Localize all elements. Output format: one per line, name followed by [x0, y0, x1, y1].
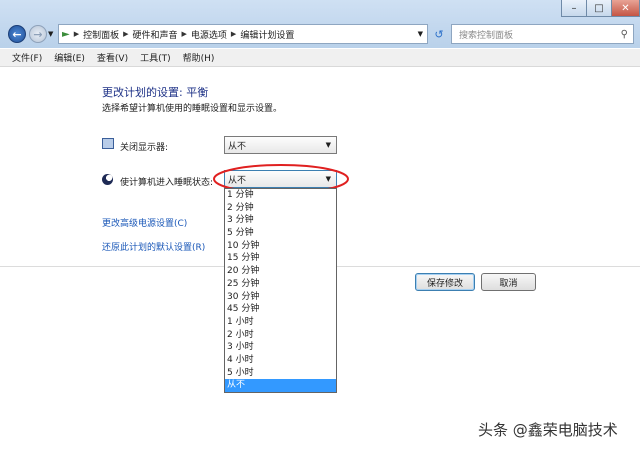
menu-bar: 文件(F) 编辑(E) 查看(V) 工具(T) 帮助(H) [0, 49, 640, 67]
sleep-option[interactable]: 2 小时 [225, 329, 336, 342]
sleep-label: 使计算机进入睡眠状态: [120, 178, 214, 188]
sleep-option[interactable]: 15 分钟 [225, 252, 336, 265]
display-off-value: 从不 [228, 141, 247, 152]
sleep-dropdown-list: 1 分钟 2 分钟 3 分钟 5 分钟 10 分钟 15 分钟 20 分钟 25… [224, 188, 337, 393]
history-dropdown-icon[interactable]: ▼ [48, 30, 53, 38]
sleep-option[interactable]: 5 小时 [225, 367, 336, 380]
back-button[interactable]: ← [8, 25, 26, 43]
arrow-left-icon: ← [12, 27, 22, 41]
menu-help[interactable]: 帮助(H) [183, 51, 215, 64]
breadcrumb-power-options[interactable]: 电源选项 [191, 28, 227, 41]
forward-button[interactable]: → [29, 25, 47, 43]
window-titlebar: – □ ✕ ← → ▼ ► ▶ 控制面板 ▶ 硬件和声音 ▶ 电源选项 ▶ 编辑… [0, 0, 640, 48]
sleep-option[interactable]: 3 分钟 [225, 214, 336, 227]
sleep-option[interactable]: 45 分钟 [225, 303, 336, 316]
cancel-button[interactable]: 取消 [481, 273, 536, 291]
sleep-option[interactable]: 10 分钟 [225, 240, 336, 253]
sleep-option[interactable]: 1 分钟 [225, 189, 336, 202]
sleep-option[interactable]: 20 分钟 [225, 265, 336, 278]
address-dropdown-icon[interactable]: ▼ [418, 30, 423, 38]
save-button[interactable]: 保存修改 [415, 273, 475, 291]
sleep-option[interactable]: 4 小时 [225, 354, 336, 367]
page-title: 更改计划的设置: 平衡 [102, 86, 209, 99]
sleep-option[interactable]: 1 小时 [225, 316, 336, 329]
moon-icon [102, 174, 113, 185]
arrow-right-icon: → [33, 27, 43, 41]
sleep-option[interactable]: 2 分钟 [225, 202, 336, 215]
breadcrumb-edit-plan[interactable]: 编辑计划设置 [240, 28, 294, 41]
maximize-button[interactable]: □ [586, 0, 612, 17]
sleep-option[interactable]: 从不 [225, 379, 336, 392]
search-icon[interactable]: ⚲ [621, 29, 628, 40]
search-placeholder: 搜索控制面板 [459, 30, 514, 41]
restore-defaults-link[interactable]: 还原此计划的默认设置(R) [102, 240, 205, 253]
monitor-icon [102, 138, 114, 149]
menu-file[interactable]: 文件(F) [12, 51, 42, 64]
menu-view[interactable]: 查看(V) [97, 51, 128, 64]
menu-tools[interactable]: 工具(T) [140, 51, 171, 64]
sleep-option[interactable]: 25 分钟 [225, 278, 336, 291]
sleep-option[interactable]: 5 分钟 [225, 227, 336, 240]
close-window-button[interactable]: ✕ [611, 0, 640, 17]
display-off-select[interactable]: 从不 ▼ [224, 136, 337, 154]
display-off-label: 关闭显示器: [120, 143, 169, 153]
minimize-button[interactable]: – [561, 0, 587, 17]
refresh-icon[interactable]: ↺ [430, 25, 448, 43]
breadcrumb-control-panel[interactable]: 控制面板 [83, 28, 119, 41]
chevron-right-icon: ▶ [230, 30, 237, 38]
search-input[interactable]: 搜索控制面板 ⚲ [451, 24, 634, 44]
chevron-down-icon: ▼ [325, 141, 331, 149]
menu-edit[interactable]: 编辑(E) [54, 51, 85, 64]
breadcrumb-hardware-sound[interactable]: 硬件和声音 [133, 28, 178, 41]
advanced-power-settings-link[interactable]: 更改高级电源设置(C) [102, 216, 187, 229]
chevron-right-icon: ▶ [73, 30, 80, 38]
sleep-option[interactable]: 3 小时 [225, 341, 336, 354]
page-subtitle: 选择希望计算机使用的睡眠设置和显示设置。 [102, 104, 283, 114]
chevron-right-icon: ▶ [181, 30, 187, 38]
sleep-option[interactable]: 30 分钟 [225, 291, 336, 304]
watermark: 头条 @鑫荣电脑技术 [478, 421, 618, 439]
chevron-right-icon: ▶ [123, 30, 129, 38]
control-panel-icon: ► [62, 28, 70, 40]
address-bar[interactable]: ► ▶ 控制面板 ▶ 硬件和声音 ▶ 电源选项 ▶ 编辑计划设置 ▼ [58, 24, 428, 44]
